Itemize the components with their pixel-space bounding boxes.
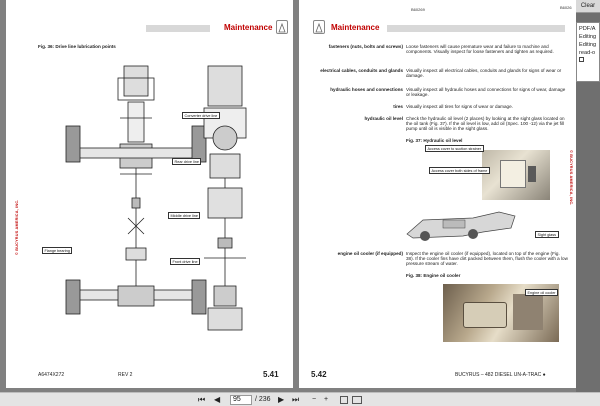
zoom-in-icon[interactable]: + — [324, 395, 328, 405]
popup-line: Editing — [579, 34, 597, 40]
bucyrus-logo-icon — [276, 20, 288, 34]
section-title: Maintenance — [224, 23, 273, 32]
row-fasteners-label-box: fasteners (nuts, bolts and screws) — [313, 44, 403, 60]
row-label: fasteners (nuts, bolts and screws) — [328, 44, 403, 49]
page-id-partial: B6026 — [560, 5, 572, 10]
two-page-view-icon[interactable] — [352, 396, 362, 404]
figure-caption: Fig. 36: Drive line lubrication points — [38, 44, 116, 49]
machine-illustration — [406, 211, 516, 241]
last-page-icon[interactable]: ⏭ — [292, 395, 299, 405]
first-page-icon[interactable]: ⏮ — [198, 395, 205, 405]
callout-flange-bearing: Flange bearing — [42, 247, 73, 254]
document-viewer: Maintenance Fig. 36: Drive line lubricat… — [0, 0, 576, 392]
callout-converter-drive-line: Converter drive line — [182, 112, 220, 119]
row-label: electrical cables, conduits and glands — [320, 68, 403, 73]
page-total: / 236 — [255, 396, 271, 403]
row-tires-label-box: tires — [313, 104, 403, 112]
row-electrical-label-box: electrical cables, conduits and glands — [313, 68, 403, 84]
figure-37-caption: Fig. 37: Hydraulic oil level — [406, 138, 463, 143]
header-bar — [387, 25, 565, 32]
left-footer-doc-id: A6474X272 — [38, 372, 65, 378]
zoom-out-icon[interactable]: − — [312, 395, 316, 405]
section-title: Maintenance — [331, 23, 380, 32]
left-page-header: Maintenance — [6, 20, 293, 36]
row-body: Visually inspect all electrical cables, … — [406, 68, 562, 79]
drive-line-diagram — [65, 65, 247, 331]
callout-front-drive-line: Front drive line — [170, 258, 201, 265]
left-page-number: 5.41 — [263, 370, 279, 379]
page-number-input[interactable]: 95 — [230, 395, 252, 405]
row-cooler-label-box: engine oil cooler (if equipped) — [313, 251, 403, 263]
clear-button[interactable]: Clear — [576, 0, 600, 13]
row-hydraulic-hoses-label-box: hydraulic hoses and connections — [313, 87, 403, 99]
popup-checkbox-row[interactable] — [579, 57, 597, 62]
callout-engine-oil-cooler: Engine oil cooler — [525, 289, 559, 296]
fit-page-icon[interactable] — [340, 396, 348, 404]
row-body: Visually inspect all tires for signs of … — [406, 104, 513, 109]
row-label: hydraulic hoses and connections — [330, 87, 403, 92]
hydraulic-tank-photo — [482, 150, 550, 200]
row-oil-level-label-box: hydraulic oil level — [313, 116, 403, 124]
page-id: B60269 — [411, 7, 425, 12]
figure-38-caption: Fig. 38: Engine oil cooler — [406, 273, 461, 278]
row-label: engine oil cooler (if equipped) — [337, 251, 403, 256]
callout-sight-glass: Sight glass — [535, 231, 559, 238]
row-label: hydraulic oil level — [364, 116, 403, 121]
prev-page-icon[interactable]: ◀ — [214, 395, 220, 405]
left-page: Maintenance Fig. 36: Drive line lubricat… — [6, 0, 293, 388]
top-view — [203, 65, 247, 331]
row-body: Loose fasteners will cause premature wea… — [406, 44, 554, 55]
callout-text: Access cover both sides of frame — [431, 168, 488, 173]
right-page: B60269 Maintenance © BUCYRUS AMERICA, IN… — [299, 0, 576, 388]
callout-middle-drive-line: Middle drive line — [168, 212, 201, 219]
dont-show-checkbox[interactable] — [579, 57, 584, 62]
left-footer-rev: REV 2 — [118, 372, 133, 378]
row-body: Check the hydraulic oil level (2 places)… — [406, 116, 565, 132]
callout-access-cover-strainer: Access cover to suction strainer — [425, 145, 484, 152]
pdfa-notice-popup: PDF/A Editing Editing read-o — [576, 22, 600, 82]
popup-line: PDF/A — [579, 26, 596, 32]
copyright-side-text: © BUCYRUS AMERICA, INC. — [15, 199, 19, 255]
right-footer-title: BUCYRUS – 482 DIESEL UN-A-TRAC ● — [455, 372, 546, 378]
callout-rear-drive-line: Rear drive line — [172, 158, 202, 165]
right-page-number: 5.42 — [311, 370, 327, 379]
header-bar — [146, 25, 210, 32]
copyright-side-text: © BUCYRUS AMERICA, INC. — [569, 150, 573, 206]
row-body: Visually inspect all hydraulic hoses and… — [406, 87, 566, 98]
right-page-header: Maintenance — [299, 20, 576, 36]
popup-line: read-o — [579, 50, 596, 56]
row-label: tires — [393, 104, 403, 109]
callout-text: Access cover to suction strainer — [427, 146, 482, 151]
page-navigation-bar: ⏮ ◀ 95 / 236 ▶ ⏭ − + — [0, 392, 600, 406]
next-page-icon[interactable]: ▶ — [278, 395, 284, 405]
side-view — [65, 65, 207, 315]
bucyrus-logo-icon — [313, 20, 325, 34]
row-body: Inspect the engine oil cooler (if equipp… — [406, 251, 568, 267]
callout-access-cover-both: Access cover both sides of frame — [429, 167, 490, 174]
popup-line: Editing — [579, 42, 597, 48]
